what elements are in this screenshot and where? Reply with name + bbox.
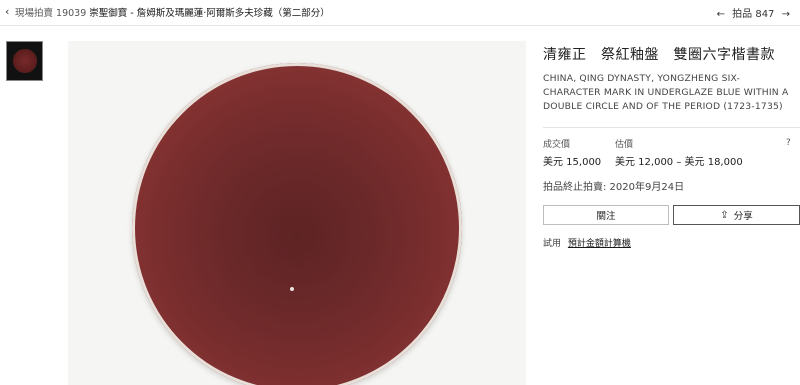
lot-info: 清雍正 祭紅釉盤 雙圈六字楷書款 CHINA, QING DYNASTY, YO… <box>543 44 793 114</box>
divider <box>543 127 800 128</box>
sold-price-value: 美元 15,000 <box>543 157 602 168</box>
share-button-label: 分享 <box>733 211 753 222</box>
lot-title-zh: 清雍正 祭紅釉盤 雙圈六字楷書款 <box>543 47 775 63</box>
share-icon: ⇪ <box>720 209 729 221</box>
main-image[interactable] <box>68 41 526 385</box>
estimate-label: 估價 <box>615 140 634 150</box>
arrow-right-icon[interactable]: → <box>782 9 790 20</box>
lot-title-en: CHINA, QING DYNASTY, YONGZHENG SIX-CHARA… <box>543 73 789 112</box>
lot-navigation: ← 拍品 847 → <box>713 5 790 20</box>
share-button[interactable]: ⇪ 分享 <box>673 205 800 225</box>
sold-price-label: 成交價 <box>543 140 571 150</box>
help-icon[interactable]: ? <box>786 138 791 148</box>
lot-number: 拍品 847 <box>732 9 775 20</box>
follow-button[interactable]: 關注 <box>543 205 669 225</box>
chevron-left-icon[interactable]: ‹ <box>5 5 9 18</box>
top-bar: ‹ 現場拍賣 19039 崇聖御寶 - 詹姆斯及瑪麗蓮·阿爾斯多夫珍藏（第二部分… <box>0 0 800 26</box>
image-thumbnail[interactable] <box>6 41 43 81</box>
sale-number[interactable]: 現場拍賣 19039 <box>15 8 86 19</box>
auction-end-date: 拍品終止拍賣: 2020年9月24日 <box>543 182 685 193</box>
calculator-link[interactable]: 預計金額計算機 <box>568 239 631 249</box>
calculator-prefix: 試用 <box>543 239 562 249</box>
follow-button-label: 關注 <box>596 211 616 222</box>
red-glazed-dish-image <box>132 63 462 385</box>
arrow-left-icon[interactable]: ← <box>717 9 725 20</box>
estimate-calculator: 試用 預計金額計算機 <box>543 236 631 249</box>
thumbnail-dish-image <box>12 49 37 73</box>
estimate: 估價 美元 12,000 – 美元 18,000 <box>615 137 743 168</box>
breadcrumb[interactable]: 現場拍賣 19039 崇聖御寶 - 詹姆斯及瑪麗蓮·阿爾斯多夫珍藏（第二部分） <box>15 5 330 19</box>
sold-price: 成交價 美元 15,000 <box>543 137 601 168</box>
sale-title[interactable]: 崇聖御寶 - 詹姆斯及瑪麗蓮·阿爾斯多夫珍藏（第二部分） <box>89 8 330 19</box>
estimate-value: 美元 12,000 – 美元 18,000 <box>615 157 743 168</box>
